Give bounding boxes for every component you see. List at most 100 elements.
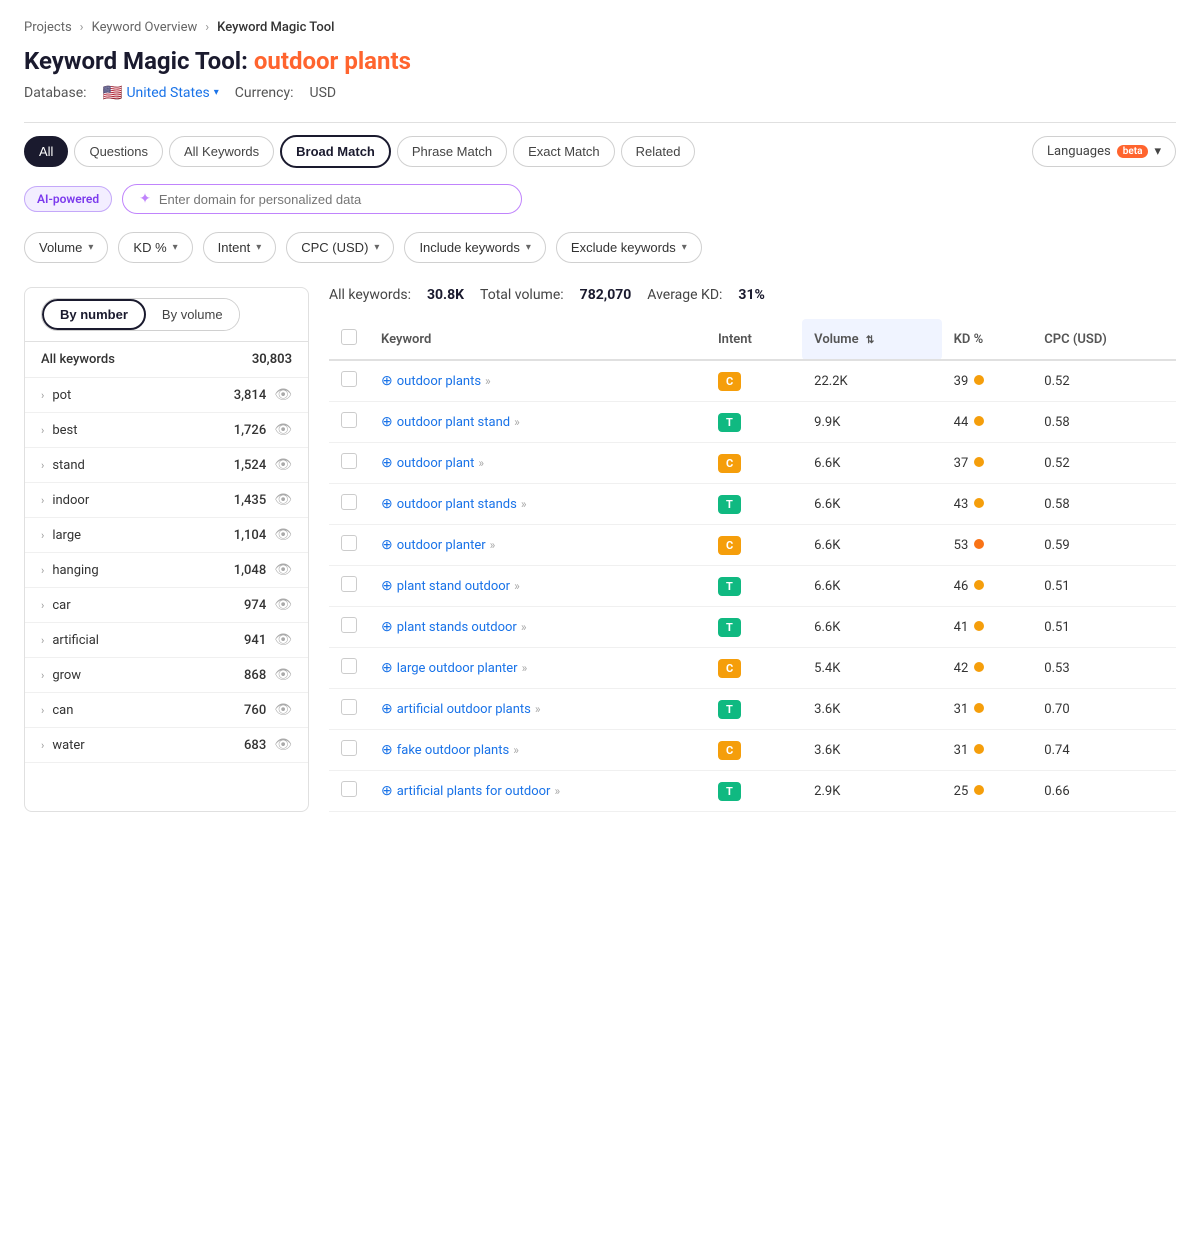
tab-broad-match[interactable]: Broad Match (280, 135, 391, 168)
keyword-link[interactable]: ⊕ fake outdoor plants » (381, 742, 694, 758)
row-keyword-cell: ⊕ outdoor plant » (369, 443, 706, 484)
intent-badge: T (718, 413, 741, 432)
keyword-group-item[interactable]: › stand 1,524 👁 (25, 448, 308, 483)
row-volume-cell: 5.4K (802, 648, 941, 689)
table-header-cpc: CPC (USD) (1032, 319, 1176, 360)
keyword-link[interactable]: ⊕ outdoor planter » (381, 537, 694, 553)
all-keywords-count: 30,803 (252, 352, 292, 367)
row-kd-cell: 46 (942, 566, 1033, 607)
row-keyword-cell: ⊕ outdoor plant stands » (369, 484, 706, 525)
keyword-group-item[interactable]: › water 683 👁 (25, 728, 308, 763)
keyword-link[interactable]: ⊕ outdoor plant stand » (381, 414, 694, 430)
tab-exact-match[interactable]: Exact Match (513, 136, 615, 167)
keyword-group-item[interactable]: › grow 868 👁 (25, 658, 308, 693)
keyword-add-icon: ⊕ (381, 414, 393, 430)
keyword-group-item[interactable]: › pot 3,814 👁 (25, 378, 308, 413)
keyword-link[interactable]: ⊕ plant stand outdoor » (381, 578, 694, 594)
filter-kd[interactable]: KD % ▾ (118, 232, 192, 263)
row-checkbox-10[interactable] (341, 781, 357, 797)
eye-icon[interactable]: 👁 (274, 632, 292, 648)
row-checkbox-2[interactable] (341, 453, 357, 469)
breadcrumb-keyword-overview[interactable]: Keyword Overview (92, 20, 198, 35)
eye-icon[interactable]: 👁 (274, 492, 292, 508)
tab-languages[interactable]: Languages beta ▾ (1032, 136, 1176, 167)
keyword-link[interactable]: ⊕ outdoor plant stands » (381, 496, 694, 512)
tab-all[interactable]: All (24, 136, 68, 167)
row-checkbox-1[interactable] (341, 412, 357, 428)
eye-icon[interactable]: 👁 (274, 457, 292, 473)
keyword-group-item[interactable]: › large 1,104 👁 (25, 518, 308, 553)
toggle-by-number[interactable]: By number (42, 299, 146, 330)
keyword-link[interactable]: ⊕ plant stands outdoor » (381, 619, 694, 635)
keyword-group-item[interactable]: › best 1,726 👁 (25, 413, 308, 448)
tab-all-keywords[interactable]: All Keywords (169, 136, 274, 167)
eye-icon[interactable]: 👁 (274, 597, 292, 613)
keyword-link[interactable]: ⊕ artificial outdoor plants » (381, 701, 694, 717)
eye-icon[interactable]: 👁 (274, 527, 292, 543)
eye-icon[interactable]: 👁 (274, 667, 292, 683)
ai-domain-input[interactable] (159, 192, 505, 207)
row-checkbox-8[interactable] (341, 699, 357, 715)
keyword-group-left: › indoor (41, 493, 89, 508)
keyword-group-item[interactable]: › hanging 1,048 👁 (25, 553, 308, 588)
eye-icon[interactable]: 👁 (274, 702, 292, 718)
filter-intent[interactable]: Intent ▾ (203, 232, 277, 263)
eye-icon[interactable]: 👁 (274, 422, 292, 438)
row-checkbox-4[interactable] (341, 535, 357, 551)
table-row: ⊕ fake outdoor plants » C 3.6K 31 0.74 (329, 730, 1176, 771)
keyword-arrow-icon: » (521, 497, 527, 511)
keyword-group-item[interactable]: › indoor 1,435 👁 (25, 483, 308, 518)
row-checkbox-0[interactable] (341, 371, 357, 387)
eye-icon[interactable]: 👁 (274, 562, 292, 578)
row-checkbox-3[interactable] (341, 494, 357, 510)
filter-cpc[interactable]: CPC (USD) ▾ (286, 232, 394, 263)
keyword-link[interactable]: ⊕ artificial plants for outdoor » (381, 783, 694, 799)
keyword-link[interactable]: ⊕ large outdoor planter » (381, 660, 694, 676)
ai-domain-input-wrapper[interactable]: ✦ (122, 184, 522, 214)
toggle-by-volume[interactable]: By volume (146, 299, 239, 330)
row-checkbox-9[interactable] (341, 740, 357, 756)
breadcrumb-projects[interactable]: Projects (24, 20, 72, 35)
keyword-group-item[interactable]: › can 760 👁 (25, 693, 308, 728)
row-cpc-cell: 0.52 (1032, 360, 1176, 402)
keyword-group-item[interactable]: › artificial 941 👁 (25, 623, 308, 658)
currency-label: Currency: (235, 85, 294, 101)
row-kd-cell: 25 (942, 771, 1033, 812)
row-cpc-cell: 0.59 (1032, 525, 1176, 566)
row-checkbox-cell (329, 484, 369, 525)
keyword-link[interactable]: ⊕ outdoor plant » (381, 455, 694, 471)
intent-badge: T (718, 700, 741, 719)
intent-badge: C (718, 536, 741, 555)
filter-exclude[interactable]: Exclude keywords ▾ (556, 232, 702, 263)
filter-include[interactable]: Include keywords ▾ (404, 232, 545, 263)
row-volume-cell: 22.2K (802, 360, 941, 402)
keyword-group-right: 3,814 👁 (234, 387, 292, 403)
all-keywords-row: All keywords 30,803 (25, 342, 308, 378)
eye-icon[interactable]: 👁 (274, 737, 292, 753)
database-country-link[interactable]: 🇺🇸 United States ▾ (103, 83, 219, 102)
filter-intent-label: Intent (218, 240, 251, 255)
sparkle-icon: ✦ (139, 191, 151, 207)
tab-questions[interactable]: Questions (74, 136, 163, 167)
select-all-checkbox[interactable] (341, 329, 357, 345)
keyword-arrow-icon: » (513, 743, 519, 757)
keyword-add-icon: ⊕ (381, 660, 393, 676)
eye-icon[interactable]: 👁 (274, 387, 292, 403)
page-title: Keyword Magic Tool: outdoor plants (24, 47, 1176, 75)
table-header-volume[interactable]: Volume ⇅ (802, 319, 941, 360)
kd-dot-icon (974, 621, 984, 631)
keyword-group-chevron-icon: › (41, 389, 44, 402)
row-checkbox-7[interactable] (341, 658, 357, 674)
filter-volume[interactable]: Volume ▾ (24, 232, 108, 263)
row-intent-cell: C (706, 443, 802, 484)
row-checkbox-6[interactable] (341, 617, 357, 633)
row-checkbox-5[interactable] (341, 576, 357, 592)
table-row: ⊕ large outdoor planter » C 5.4K 42 0.53 (329, 648, 1176, 689)
tab-phrase-match[interactable]: Phrase Match (397, 136, 507, 167)
row-keyword-cell: ⊕ plant stands outdoor » (369, 607, 706, 648)
tab-related[interactable]: Related (621, 136, 696, 167)
keyword-group-item[interactable]: › car 974 👁 (25, 588, 308, 623)
keyword-link[interactable]: ⊕ outdoor plants » (381, 373, 694, 389)
breadcrumb: Projects › Keyword Overview › Keyword Ma… (24, 20, 1176, 35)
row-kd-cell: 42 (942, 648, 1033, 689)
